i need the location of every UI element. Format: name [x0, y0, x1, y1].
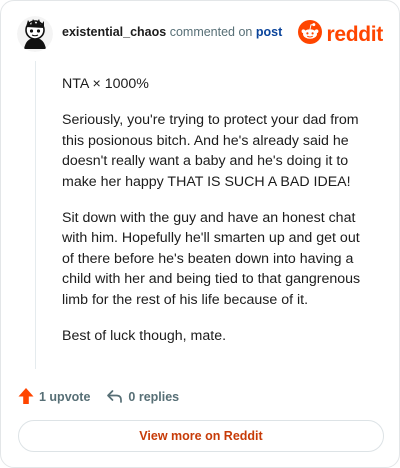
embedded-comment-card: existential_chaos commented on post redd…: [0, 0, 400, 468]
username-link[interactable]: existential_chaos: [62, 25, 166, 39]
comment-paragraph: Best of luck though, mate.: [62, 327, 227, 344]
comment-paragraph: Sit down with the guy and have an honest…: [62, 209, 361, 308]
user-avatar[interactable]: [17, 16, 53, 52]
replies-count: 0 replies: [128, 390, 180, 404]
upvote-button[interactable]: 1 upvote: [18, 387, 90, 408]
reddit-logo[interactable]: reddit: [298, 20, 383, 49]
comment-header: existential_chaos commented on post redd…: [17, 16, 383, 52]
upvote-count: 1 upvote: [39, 390, 91, 404]
upvote-arrow-icon: [18, 387, 34, 408]
thread-line[interactable]: [35, 61, 36, 369]
post-link[interactable]: post: [256, 25, 282, 39]
reply-arrow-icon: [106, 388, 123, 407]
comment-body: NTA × 1000% Seriously, you're trying to …: [62, 74, 374, 362]
comment-actions: 1 upvote 0 replies: [18, 387, 179, 407]
reddit-wordmark: reddit: [326, 22, 383, 46]
view-more-button[interactable]: View more on Reddit: [18, 420, 384, 452]
commented-on-text: commented on: [169, 25, 253, 39]
comment-paragraph: Seriously, you're trying to protect your…: [62, 112, 359, 190]
replies-button[interactable]: 0 replies: [106, 388, 179, 407]
comment-meta: existential_chaos commented on post: [62, 24, 282, 40]
reddit-snoo-icon: [298, 20, 323, 49]
comment-paragraph: NTA × 1000%: [62, 76, 149, 92]
